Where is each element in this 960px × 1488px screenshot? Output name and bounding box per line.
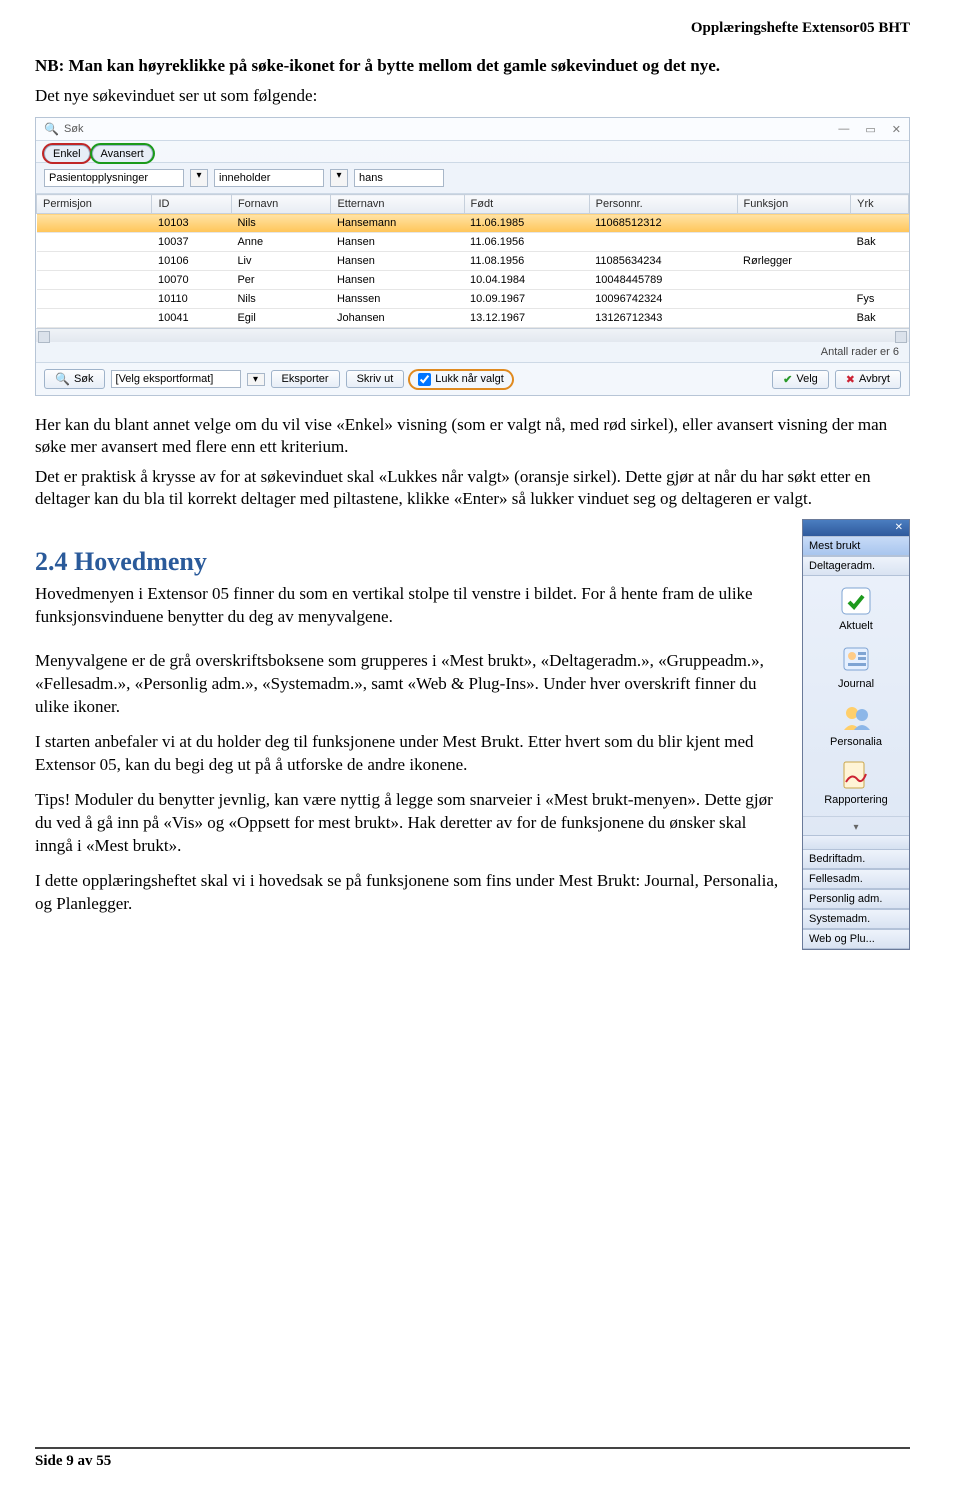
main-menu-sidebar: ✕ Mest brukt Deltageradm. Aktuelt Journa… bbox=[802, 519, 910, 950]
col-yrk[interactable]: Yrk bbox=[851, 195, 909, 214]
paragraph: Hovedmenyen i Extensor 05 finner du som … bbox=[35, 583, 784, 629]
x-icon: ✖ bbox=[846, 373, 855, 386]
minimize-icon[interactable]: — bbox=[838, 123, 849, 136]
search-icon: 🔍 bbox=[55, 372, 70, 386]
close-on-select-checkbox[interactable]: Lukk når valgt bbox=[410, 371, 511, 388]
menu-item-journal[interactable]: Journal bbox=[803, 638, 909, 696]
table-row[interactable]: 10041EgilJohansen13.12.196713126712343Ba… bbox=[37, 309, 909, 328]
menu-header-felles[interactable]: Fellesadm. bbox=[803, 869, 909, 889]
table-row[interactable]: 10106LivHansen11.08.195611085634234Rørle… bbox=[37, 252, 909, 271]
col-fornavn[interactable]: Fornavn bbox=[231, 195, 331, 214]
close-icon[interactable]: ✕ bbox=[892, 123, 901, 136]
tab-avansert[interactable]: Avansert bbox=[92, 145, 153, 162]
intro-line: Det nye søkevinduet ser ut som følgende: bbox=[35, 85, 910, 107]
results-table: Permisjon ID Fornavn Etternavn Født Pers… bbox=[36, 194, 909, 328]
paragraph: Det er praktisk å krysse av for at søkev… bbox=[35, 466, 910, 510]
check-icon: ✔ bbox=[783, 373, 792, 386]
menu-header-mest-brukt[interactable]: Mest brukt bbox=[803, 536, 909, 556]
table-row[interactable]: 10070PerHansen10.04.198410048445789 bbox=[37, 271, 909, 290]
search-icon: 🔍 bbox=[44, 122, 59, 136]
row-count-label: Antall rader er 6 bbox=[36, 342, 909, 362]
page-number: Side 9 av 55 bbox=[35, 1453, 111, 1469]
col-funksjon[interactable]: Funksjon bbox=[737, 195, 851, 214]
menu-item-aktuelt[interactable]: Aktuelt bbox=[803, 580, 909, 638]
search-window: 🔍 Søk — ▭ ✕ Enkel Avansert ▾ ▾ Permisjon… bbox=[35, 117, 910, 396]
print-button[interactable]: Skriv ut bbox=[346, 370, 405, 388]
dropdown-icon[interactable]: ▾ bbox=[330, 169, 348, 187]
menu-header-deltager[interactable]: Deltageradm. bbox=[803, 556, 909, 576]
maximize-icon[interactable]: ▭ bbox=[865, 123, 875, 136]
dropdown-icon[interactable]: ▾ bbox=[247, 373, 265, 386]
col-permisjon[interactable]: Permisjon bbox=[37, 195, 152, 214]
filter-field-select[interactable] bbox=[44, 169, 184, 187]
menu-header-system[interactable]: Systemadm. bbox=[803, 909, 909, 929]
filter-operator-select[interactable] bbox=[214, 169, 324, 187]
col-etternavn[interactable]: Etternavn bbox=[331, 195, 464, 214]
filter-value-input[interactable] bbox=[354, 169, 444, 187]
cancel-button[interactable]: ✖Avbryt bbox=[835, 370, 901, 389]
menu-divider bbox=[803, 835, 909, 849]
journal-icon bbox=[838, 642, 874, 676]
rapportering-icon bbox=[838, 758, 874, 792]
dropdown-icon[interactable]: ▾ bbox=[190, 169, 208, 187]
paragraph: Menyvalgene er de grå overskriftsboksene… bbox=[35, 650, 784, 719]
search-button[interactable]: 🔍Søk bbox=[44, 369, 105, 389]
paragraph: I dette opplæringsheftet skal vi i hoved… bbox=[35, 870, 784, 916]
horizontal-scrollbar[interactable] bbox=[36, 328, 909, 342]
menu-handle[interactable]: ✕ bbox=[803, 520, 909, 536]
table-row[interactable]: 10110NilsHanssen10.09.196710096742324Fys bbox=[37, 290, 909, 309]
paragraph: I starten anbefaler vi at du holder deg … bbox=[35, 731, 784, 777]
col-id[interactable]: ID bbox=[152, 195, 231, 214]
chevron-down-icon[interactable]: ▾ bbox=[853, 822, 858, 833]
menu-header-personlig[interactable]: Personlig adm. bbox=[803, 889, 909, 909]
menu-item-personalia[interactable]: Personalia bbox=[803, 696, 909, 754]
table-row[interactable]: 10103 Nils Hansemann 11.06.1985 11068512… bbox=[37, 214, 909, 233]
doc-title: Opplæringshefte Extensor05 BHT bbox=[35, 20, 910, 37]
page-footer: Side 9 av 55 bbox=[35, 1447, 910, 1470]
table-header-row: Permisjon ID Fornavn Etternavn Født Pers… bbox=[37, 195, 909, 214]
note-paragraph: NB: Man kan høyreklikke på søke-ikonet f… bbox=[35, 55, 910, 77]
personalia-icon bbox=[838, 700, 874, 734]
window-title-bar: 🔍 Søk — ▭ ✕ bbox=[36, 118, 909, 141]
paragraph: Her kan du blant annet velge om du vil v… bbox=[35, 414, 910, 458]
tab-enkel[interactable]: Enkel bbox=[44, 145, 90, 162]
col-fodt[interactable]: Født bbox=[464, 195, 589, 214]
menu-header-web[interactable]: Web og Plu... bbox=[803, 929, 909, 949]
section-2-4-title: 2.4 Hovedmeny bbox=[35, 547, 784, 577]
select-button[interactable]: ✔Velg bbox=[772, 370, 829, 389]
window-title: Søk bbox=[64, 123, 84, 135]
paragraph: Tips! Moduler du benytter jevnlig, kan v… bbox=[35, 789, 784, 858]
export-button[interactable]: Eksporter bbox=[271, 370, 340, 388]
menu-header-bedrift[interactable]: Bedriftadm. bbox=[803, 849, 909, 869]
aktuelt-icon bbox=[838, 584, 874, 618]
checkbox-input[interactable] bbox=[418, 373, 431, 386]
col-personnr[interactable]: Personnr. bbox=[589, 195, 737, 214]
menu-item-rapportering[interactable]: Rapportering bbox=[803, 754, 909, 812]
export-format-select[interactable] bbox=[111, 370, 241, 388]
table-row[interactable]: 10037AnneHansen11.06.1956Bak bbox=[37, 233, 909, 252]
close-icon[interactable]: ✕ bbox=[891, 522, 907, 533]
